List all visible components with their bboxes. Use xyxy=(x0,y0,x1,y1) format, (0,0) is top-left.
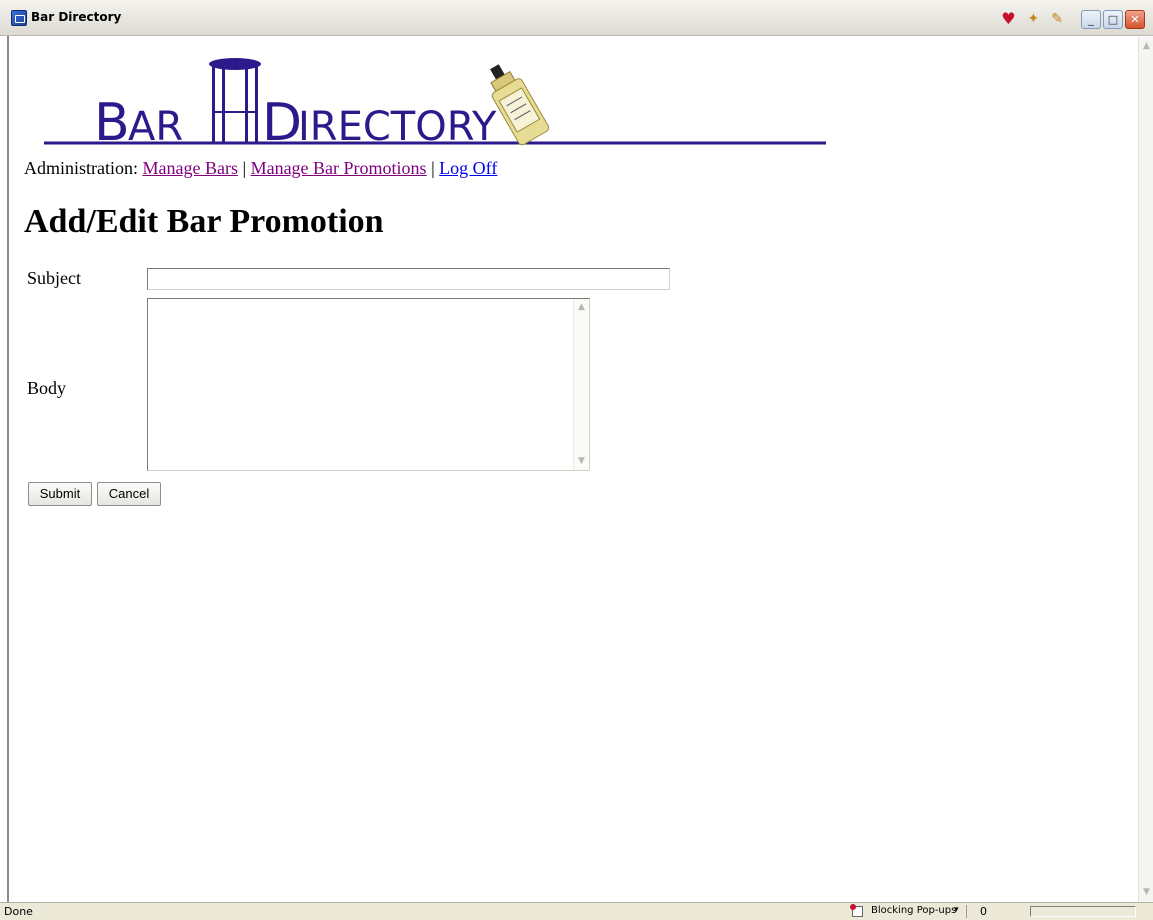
heart-icon[interactable]: ♥ xyxy=(1001,11,1015,27)
sparkle-icon[interactable]: ✦ xyxy=(1028,11,1040,27)
nav-separator: | xyxy=(431,158,435,178)
popup-blocker-label[interactable]: Blocking Pop-ups xyxy=(871,905,956,916)
bar-directory-logo[interactable]: B AR D IRECTORY xyxy=(44,52,834,150)
submit-button[interactable]: Submit xyxy=(28,482,92,506)
logo-text-bar-rest: AR xyxy=(128,104,183,150)
status-text: Done xyxy=(4,905,33,918)
logo-text-dir-rest: IRECTORY xyxy=(298,104,497,150)
logo-text-dir-initial: D xyxy=(262,93,302,150)
nav-separator: | xyxy=(242,158,247,178)
chevron-down-icon[interactable]: ▾ xyxy=(954,905,959,915)
status-divider xyxy=(966,905,967,918)
window-controls: _ □ ✕ xyxy=(1081,10,1145,29)
minimize-button[interactable]: _ xyxy=(1081,10,1101,29)
admin-nav-label: Administration: xyxy=(24,158,138,178)
manage-bars-link[interactable]: Manage Bars xyxy=(143,158,238,178)
admin-nav: Administration: Manage Bars | Manage Bar… xyxy=(24,158,497,179)
status-count: 0 xyxy=(980,905,987,918)
body-textarea[interactable]: ▲ ▼ xyxy=(147,298,590,471)
body-textarea-scrollbar[interactable]: ▲ ▼ xyxy=(573,299,589,470)
close-button[interactable]: ✕ xyxy=(1125,10,1145,29)
log-off-link[interactable]: Log Off xyxy=(439,158,497,178)
page-title: Add/Edit Bar Promotion xyxy=(24,203,384,240)
progress-bar xyxy=(1030,906,1136,917)
titlebar-toolbar: ♥ ✦ ✎ xyxy=(1001,10,1063,28)
subject-input[interactable] xyxy=(147,268,670,290)
page-scrollbar[interactable]: ▲ ▼ xyxy=(1138,37,1153,902)
window-titlebar: Bar Directory ♥ ✦ ✎ _ □ ✕ xyxy=(0,0,1153,36)
window-title: Bar Directory xyxy=(31,10,122,24)
status-bar: Done Blocking Pop-ups ▾ 0 xyxy=(0,902,1153,920)
scroll-down-icon[interactable]: ▼ xyxy=(576,456,587,467)
scroll-down-icon[interactable]: ▼ xyxy=(1141,887,1152,898)
browser-window-icon xyxy=(11,10,27,26)
popup-blocker-icon[interactable] xyxy=(850,904,863,917)
scroll-up-icon[interactable]: ▲ xyxy=(1141,41,1152,52)
body-label: Body xyxy=(27,378,67,398)
logo-text-bar-initial: B xyxy=(94,93,130,150)
cancel-button[interactable]: Cancel xyxy=(97,482,161,506)
maximize-button[interactable]: □ xyxy=(1103,10,1123,29)
scroll-up-icon[interactable]: ▲ xyxy=(576,302,587,313)
edit-page-icon[interactable]: ✎ xyxy=(1051,11,1063,27)
window-frame-left xyxy=(7,36,9,902)
subject-label: Subject xyxy=(27,268,81,288)
manage-bar-promotions-link[interactable]: Manage Bar Promotions xyxy=(251,158,427,178)
